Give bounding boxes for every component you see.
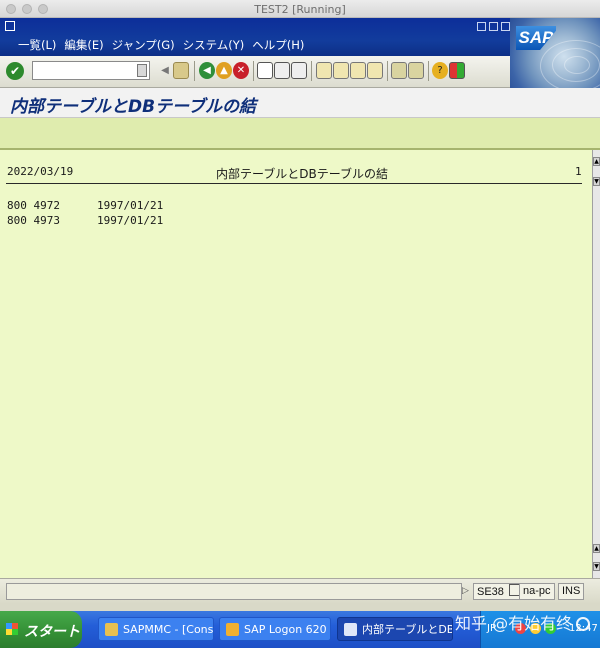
status-message-field <box>6 583 462 600</box>
menu-items: 一覧(L) 編集(E) ジャンプ(G) システム(Y) ヘルプ(H) <box>18 37 312 53</box>
status-expand-icon[interactable]: ▷ <box>462 586 469 596</box>
row-key: 800 4972 <box>7 199 60 212</box>
vertical-scrollbar[interactable]: ▲ ▼ ▲ ▼ <box>592 150 600 578</box>
find-next-icon[interactable] <box>291 62 307 79</box>
watermark-logo-icon <box>576 617 591 631</box>
last-page-icon[interactable] <box>367 62 383 79</box>
enter-check-icon[interactable]: ✔ <box>6 62 24 80</box>
taskbar-item-active-window[interactable]: 内部テーブルとDBテー... <box>337 617 453 641</box>
scroll-up-icon[interactable]: ▲ <box>593 157 600 166</box>
sap-window-controls <box>477 22 510 31</box>
watermark: 知乎 @有始有终 <box>455 611 591 637</box>
menu-help[interactable]: ヘルプ(H) <box>252 37 304 53</box>
list-header-date: 2022/03/19 <box>7 165 74 178</box>
standard-toolbar: ✔ ◀ ◀ ▲ ✕ ? <box>0 56 510 88</box>
find-icon[interactable] <box>274 62 290 79</box>
row-date: 1997/01/21 <box>97 214 164 227</box>
status-input-mode: INS <box>558 583 585 600</box>
scroll-page-down-icon[interactable]: ▲ <box>593 544 600 553</box>
row-date: 1997/01/21 <box>97 199 164 212</box>
status-transaction[interactable]: SE38 <box>473 583 524 600</box>
shortcut-icon[interactable] <box>408 62 424 79</box>
command-history-dropdown-icon[interactable] <box>137 64 147 77</box>
status-server: na-pc <box>519 583 555 600</box>
print-icon[interactable] <box>257 62 273 79</box>
command-field[interactable] <box>32 61 150 82</box>
start-button[interactable]: スタート <box>0 611 82 648</box>
back-icon[interactable]: ◀ <box>199 62 215 79</box>
status-bar: ▷ SE38 na-pc INS <box>0 578 600 604</box>
list-output: 2022/03/19 内部テーブルとDBテーブルの結 1 800 4972 19… <box>0 150 592 578</box>
application-toolbar <box>0 118 600 150</box>
menu-edit[interactable]: 編集(E) <box>64 37 103 53</box>
menu-goto[interactable]: ジャンプ(G) <box>112 37 175 53</box>
menu-system[interactable]: システム(Y) <box>183 37 245 53</box>
sap-minimize-button[interactable] <box>477 22 486 31</box>
row-key: 800 4973 <box>7 214 60 227</box>
scroll-down-icon[interactable]: ▼ <box>593 562 600 571</box>
window-titlebar: TEST2 [Running] <box>0 0 600 18</box>
previous-page-icon[interactable] <box>333 62 349 79</box>
layout-menu-icon[interactable] <box>449 62 465 79</box>
console-icon <box>105 623 118 636</box>
sap-maximize-button[interactable] <box>489 22 498 31</box>
sap-close-button[interactable] <box>501 22 510 31</box>
screen-title-bar: 内部テーブルとDBテーブルの結 <box>0 88 600 118</box>
help-icon[interactable]: ? <box>432 62 448 79</box>
system-menu-icon[interactable] <box>5 21 15 31</box>
create-session-icon[interactable] <box>391 62 407 79</box>
taskbar-item-sap-logon[interactable]: SAP Logon 620 <box>219 617 331 641</box>
sap-window-icon <box>344 623 357 636</box>
command-input[interactable] <box>33 66 139 82</box>
screen-title: 内部テーブルとDBテーブルの結 <box>10 97 257 117</box>
list-header-divider <box>6 183 582 184</box>
taskbar-item-sapmmc[interactable]: SAPMMC - [Console... <box>98 617 214 641</box>
save-icon[interactable] <box>173 62 189 79</box>
sap-logo-area: SAP <box>510 18 600 88</box>
list-header-page: 1 <box>575 165 582 178</box>
back-arrow-icon[interactable]: ◀ <box>157 62 173 79</box>
first-page-icon[interactable] <box>316 62 332 79</box>
exit-icon[interactable]: ▲ <box>216 62 232 79</box>
cancel-icon[interactable]: ✕ <box>233 62 249 79</box>
window-title: TEST2 [Running] <box>254 3 346 16</box>
menu-list[interactable]: 一覧(L) <box>18 37 56 53</box>
next-page-icon[interactable] <box>350 62 366 79</box>
scroll-page-up-icon[interactable]: ▼ <box>593 177 600 186</box>
sap-logon-icon <box>226 623 239 636</box>
windows-flag-icon <box>6 623 18 635</box>
list-header-title: 内部テーブルとDBテーブルの結 <box>216 167 389 181</box>
